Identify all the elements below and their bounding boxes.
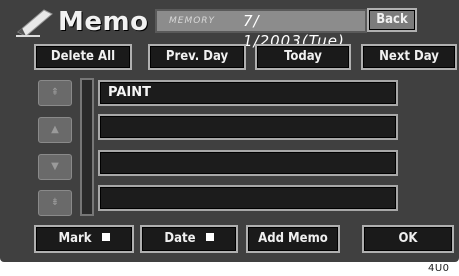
- mark-indicator-icon: [101, 233, 110, 241]
- figure-code: 4U0: [428, 263, 450, 274]
- up-arrow-icon: ▲: [51, 124, 59, 135]
- date-label: MEMORY: [169, 16, 216, 26]
- back-button[interactable]: Back: [367, 8, 417, 32]
- date-button-label: Date: [164, 231, 196, 246]
- line-up-button[interactable]: ▲: [38, 117, 72, 143]
- add-memo-button[interactable]: Add Memo: [246, 225, 340, 253]
- pencil-icon: [16, 9, 53, 37]
- memo-row[interactable]: [98, 114, 398, 140]
- ok-button[interactable]: OK: [362, 225, 454, 253]
- memo-row[interactable]: [98, 150, 398, 176]
- date-button[interactable]: Date: [140, 225, 238, 253]
- page-up-button[interactable]: ⇞: [38, 80, 72, 106]
- page-down-button[interactable]: ⇟: [38, 190, 72, 216]
- page-title: Memo: [58, 7, 149, 37]
- scroll-buttons: ⇞ ▲ ▼ ⇟: [38, 78, 72, 220]
- scrollbar-track[interactable]: [80, 78, 94, 216]
- memo-row[interactable]: [98, 185, 398, 211]
- memo-row[interactable]: PAINT: [98, 80, 398, 106]
- mark-label: Mark: [58, 231, 92, 246]
- double-up-arrow-icon: ⇞: [50, 87, 60, 98]
- next-day-button[interactable]: Next Day: [361, 44, 457, 70]
- double-down-arrow-icon: ⇟: [50, 197, 60, 208]
- down-arrow-icon: ▼: [51, 161, 59, 172]
- date-indicator-icon: [205, 233, 214, 241]
- today-button[interactable]: Today: [255, 44, 351, 70]
- title-area: Memo: [14, 6, 148, 38]
- date-display: MEMORY 7/ 1/2003(Tue): [155, 9, 367, 50]
- memo-screen: Memo MEMORY 7/ 1/2003(Tue) Back Delete A…: [0, 0, 459, 262]
- mark-button[interactable]: Mark: [34, 225, 134, 253]
- line-down-button[interactable]: ▼: [38, 154, 72, 180]
- prev-day-button[interactable]: Prev. Day: [148, 44, 246, 70]
- delete-all-button[interactable]: Delete All: [34, 44, 132, 70]
